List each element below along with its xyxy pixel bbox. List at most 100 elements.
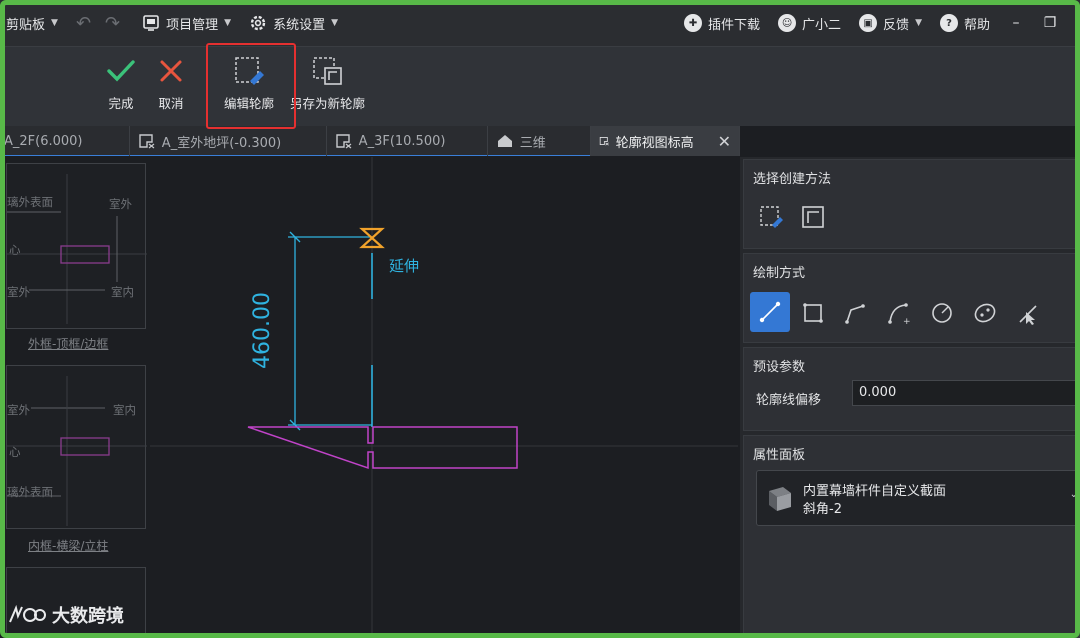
feedback-icon: ▣ bbox=[859, 14, 878, 32]
menu-feedback[interactable]: ▣ 反馈 ▼ bbox=[859, 14, 922, 33]
draw-method-title: 绘制方式 bbox=[753, 266, 806, 281]
tab-profile-elevation-label: 轮廓视图标高 bbox=[615, 135, 694, 151]
create-pick-icon[interactable] bbox=[796, 200, 830, 234]
property-title: 属性面板 bbox=[753, 448, 806, 463]
dashed-rect-pencil-icon bbox=[760, 206, 783, 228]
watermark: 大数跨境 bbox=[8, 602, 124, 628]
menu-plugins[interactable]: ✚ 插件下载 bbox=[684, 14, 760, 33]
draw-method-section: 绘制方式 + bbox=[743, 253, 1080, 343]
puzzle-icon: ✚ bbox=[684, 14, 703, 32]
chevron-down-icon: ▼ bbox=[224, 18, 232, 28]
svg-text:+: + bbox=[903, 317, 911, 326]
menu-right-group: ✚ 插件下载 ☺ 广小二 ▣ 反馈 ▼ ? 帮助 – ❐ bbox=[684, 0, 1058, 46]
draw-line-tool[interactable] bbox=[750, 292, 790, 332]
profile-drawing bbox=[150, 157, 738, 638]
ellipse-icon bbox=[974, 303, 996, 323]
minimize-icon[interactable]: – bbox=[1008, 15, 1024, 31]
tab-outdoor-floor[interactable]: A_室外地坪(-0.300) bbox=[130, 126, 327, 156]
draw-pick-tool[interactable] bbox=[1012, 296, 1046, 330]
undo-redo-group: ↶ ↷ bbox=[76, 13, 120, 34]
menu-clipboard[interactable]: 剪贴板 ▼ bbox=[6, 14, 58, 33]
tab-3d-label: 三维 bbox=[519, 135, 546, 151]
toolbar: 完成 取消 编辑轮廓 另存为新轮廓 bbox=[0, 46, 1080, 126]
pick-profile-icon bbox=[802, 206, 824, 228]
menu-assistant[interactable]: ☺ 广小二 bbox=[778, 14, 841, 33]
create-method-title: 选择创建方法 bbox=[753, 172, 832, 187]
close-icon bbox=[160, 60, 182, 82]
cancel-label: 取消 bbox=[158, 96, 184, 111]
floor-plan-icon bbox=[335, 134, 352, 149]
line-icon bbox=[759, 301, 781, 323]
gear-icon bbox=[250, 15, 266, 31]
property-section: 属性面板 内置幕墙杆件自定义截面 斜角-2 ⌄ bbox=[743, 435, 1080, 638]
house-icon bbox=[497, 135, 512, 147]
chevron-down-icon: ▼ bbox=[331, 18, 338, 28]
checkmark-icon bbox=[107, 60, 135, 82]
tab-2f[interactable]: A_2F(6.000) bbox=[0, 126, 130, 156]
menu-help[interactable]: ? 帮助 bbox=[939, 14, 990, 33]
draw-arc-tool[interactable]: + bbox=[882, 296, 916, 330]
property-sub: 斜角-2 bbox=[803, 502, 842, 517]
pick-line-icon bbox=[1019, 305, 1037, 325]
mullion-section-icon bbox=[769, 487, 791, 511]
highlight-annotation bbox=[206, 43, 296, 129]
save-as-profile-icon bbox=[312, 57, 342, 85]
floor-plan-icon bbox=[139, 134, 155, 149]
dimension-value[interactable]: 460.00 bbox=[250, 292, 275, 369]
tab-profile-elevation[interactable]: 轮廓视图标高 ✕ bbox=[590, 126, 740, 156]
property-selector[interactable]: 内置幕墙杆件自定义截面 斜角-2 ⌄ bbox=[756, 470, 1080, 526]
property-name: 内置幕墙杆件自定义截面 bbox=[803, 484, 947, 499]
menu-project[interactable]: 项目管理 ▼ bbox=[142, 14, 231, 33]
finish-button[interactable]: 完成 bbox=[106, 55, 136, 112]
menu-assistant-label: 广小二 bbox=[802, 17, 842, 33]
close-icon[interactable]: ✕ bbox=[700, 132, 731, 151]
menu-clipboard-label: 剪贴板 bbox=[6, 17, 46, 33]
draw-ellipse-tool[interactable] bbox=[968, 296, 1002, 330]
offset-label: 轮廓线偏移 bbox=[756, 393, 822, 408]
menu-plugins-label: 插件下载 bbox=[708, 17, 761, 33]
offset-input[interactable]: 0.000 bbox=[852, 380, 1080, 406]
preset-title: 预设参数 bbox=[753, 360, 806, 375]
menu-feedback-label: 反馈 bbox=[883, 17, 910, 33]
help-icon: ? bbox=[939, 14, 958, 32]
preset-section: 预设参数 轮廓线偏移 0.000 bbox=[743, 347, 1080, 431]
chevron-down-icon: ⌄ bbox=[1069, 489, 1078, 500]
menu-settings[interactable]: 系统设置 ▼ bbox=[249, 14, 338, 33]
tab-outdoor-floor-label: A_室外地坪(-0.300) bbox=[161, 135, 282, 151]
menu-bar: 剪贴板 ▼ ↶ ↷ 项目管理 ▼ 系统设置 ▼ ✚ 插件下载 ☺ 广小二 ▣ 反… bbox=[0, 0, 1080, 46]
floor-plan-icon bbox=[599, 137, 609, 146]
restore-icon[interactable]: ❐ bbox=[1042, 15, 1058, 31]
undo-icon[interactable]: ↶ bbox=[76, 13, 91, 34]
polyline-icon bbox=[845, 304, 865, 324]
redo-icon[interactable]: ↷ bbox=[105, 13, 120, 34]
rectangle-icon bbox=[803, 303, 823, 323]
chevron-down-icon: ▼ bbox=[915, 18, 922, 28]
draw-rect-tool[interactable] bbox=[796, 296, 830, 330]
view-tabs: A_2F(6.000) A_室外地坪(-0.300) A_3F(10.500) … bbox=[0, 126, 740, 156]
project-icon bbox=[143, 15, 159, 31]
save-as-profile-button[interactable]: 另存为新轮廓 bbox=[290, 55, 365, 112]
create-method-section: 选择创建方法 bbox=[743, 159, 1080, 249]
tab-3d[interactable]: 三维 bbox=[488, 126, 591, 156]
menu-settings-label: 系统设置 bbox=[273, 17, 326, 33]
drawing-canvas[interactable]: 璃外表面 室外 心 室外 室内 外框-顶框/边框 室外 室内 心 璃外表面 内框… bbox=[0, 157, 738, 638]
assistant-icon: ☺ bbox=[778, 14, 797, 32]
create-edit-icon[interactable] bbox=[754, 200, 788, 234]
arc-icon: + bbox=[888, 303, 911, 326]
chevron-down-icon: ▼ bbox=[51, 18, 58, 28]
draw-polyline-tool[interactable] bbox=[839, 296, 873, 330]
watermark-logo-icon bbox=[9, 604, 46, 623]
tab-3f[interactable]: A_3F(10.500) bbox=[327, 126, 488, 156]
draw-circle-tool[interactable] bbox=[925, 296, 959, 330]
tab-2f-label: A_2F(6.000) bbox=[4, 133, 83, 149]
save-as-profile-label: 另存为新轮廓 bbox=[290, 96, 366, 111]
properties-panel: 选择创建方法 绘制方式 + 预设参数 轮廓线偏移 0.000 属性面板 内置幕墙… bbox=[740, 157, 1080, 638]
circle-icon bbox=[932, 303, 952, 323]
watermark-text: 大数跨境 bbox=[52, 606, 124, 627]
menu-help-label: 帮助 bbox=[963, 17, 990, 33]
finish-label: 完成 bbox=[108, 96, 134, 111]
menu-project-label: 项目管理 bbox=[166, 17, 219, 33]
cancel-button[interactable]: 取消 bbox=[158, 55, 184, 112]
extend-label[interactable]: 延伸 bbox=[389, 255, 419, 276]
tab-3f-label: A_3F(10.500) bbox=[358, 133, 446, 149]
